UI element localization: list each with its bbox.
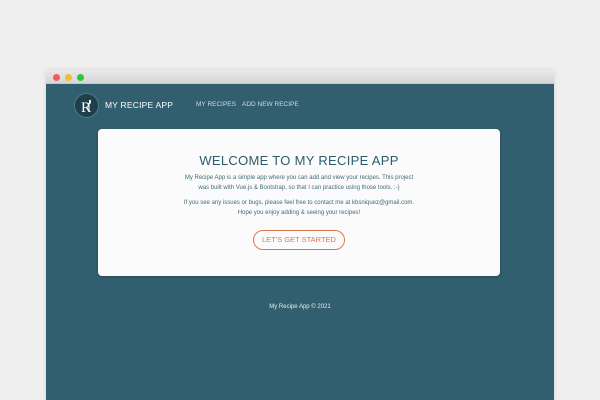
maximize-window-button[interactable]: [77, 74, 84, 81]
welcome-title: WELCOME TO MY RECIPE APP: [199, 153, 399, 168]
footer-text: My Recipe App © 2021: [269, 304, 331, 310]
intro-line-2: was built with Vue.js & Bootstrap, so th…: [198, 184, 400, 191]
nav-link-my-recipes[interactable]: MY RECIPES: [196, 101, 236, 108]
intro-line-1: My Recipe App is a simple app where you …: [184, 175, 414, 181]
contact-paragraph: If you see any issues or bugs, please fe…: [98, 199, 500, 218]
nav-link-add-new-recipe[interactable]: ADD NEW RECIPE: [242, 101, 299, 108]
contact-line-2: Hope you enjoy adding & seeing your reci…: [237, 209, 361, 216]
brand-name[interactable]: MY RECIPE APP: [105, 100, 173, 110]
logo-icon[interactable]: R: [74, 93, 99, 118]
get-started-button[interactable]: LET'S GET STARTED: [253, 230, 345, 250]
close-window-button[interactable]: [53, 74, 60, 81]
welcome-card: WELCOME TO MY RECIPE APP My Recipe App i…: [98, 129, 500, 276]
navbar: R MY RECIPE APP MY RECIPES ADD NEW RECIP…: [46, 84, 554, 126]
intro-paragraph: My Recipe App is a simple app where you …: [98, 174, 500, 193]
minimize-window-button[interactable]: [65, 74, 72, 81]
window-titlebar: [46, 70, 554, 84]
browser-window: R MY RECIPE APP MY RECIPES ADD NEW RECIP…: [46, 70, 554, 400]
contact-line-1: If you see any issues or bugs, please fe…: [183, 200, 415, 206]
